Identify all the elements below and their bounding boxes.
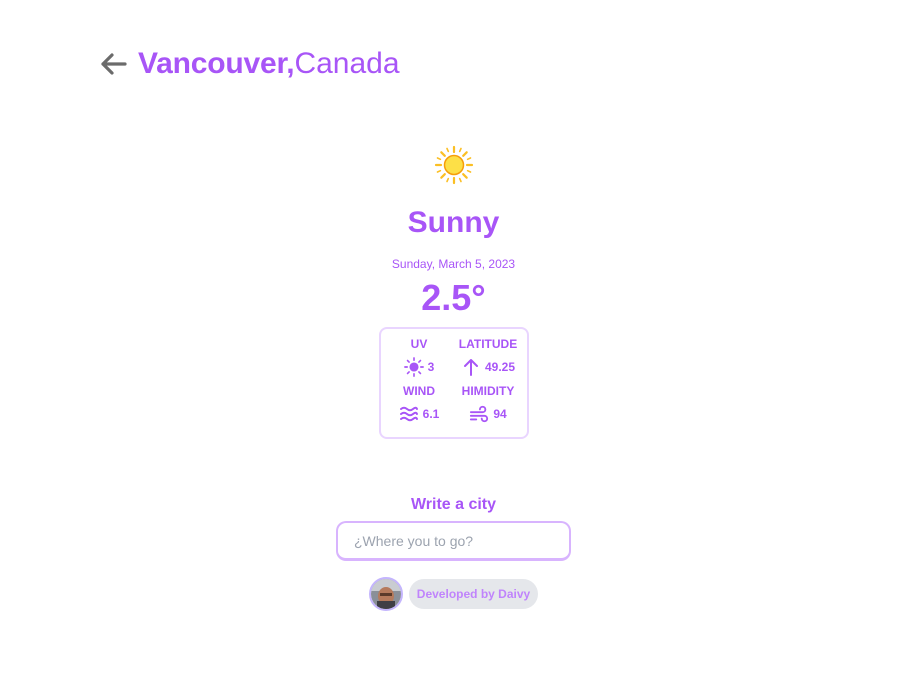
sun-icon [434,145,473,185]
country-name: Canada [294,47,400,80]
stat-uv: UV 3 [385,337,454,384]
developer-credit: Developed by Daivy [368,577,539,611]
weather-app: Vancouver, Canada Sunny Sunday, March 5,… [0,0,907,689]
stat-uv-value: 3 [427,360,435,374]
back-button[interactable] [98,49,128,79]
stat-latitude: LATITUDE 49.25 [454,337,523,384]
city-search: Write a city Developed by Daivy [0,494,907,611]
wind-icon [469,404,489,424]
credit-badge[interactable]: Developed by Daivy [408,579,539,609]
stat-wind-value: 6.1 [422,407,440,421]
stat-uv-row: 3 [403,357,435,377]
location-header: Vancouver, Canada [98,44,400,84]
stat-humidity-row: 94 [469,404,507,424]
weather-summary: Sunny Sunday, March 5, 2023 2.5° UV 3 LA… [0,145,907,439]
stat-latitude-value: 49.25 [484,360,516,374]
stat-latitude-row: 49.25 [461,357,515,377]
search-label: Write a city [410,496,497,513]
stat-humidity-value: 94 [493,407,507,421]
stat-wind-row: 6.1 [399,404,440,424]
city-name: Vancouver, [138,47,295,80]
stat-uv-label: UV [410,337,428,351]
stat-latitude-label: LATITUDE [458,337,518,351]
stat-wind-label: WIND [403,384,435,398]
arrow-up-icon [461,357,481,377]
current-date: Sunday, March 5, 2023 [391,257,516,271]
weather-stats-card: UV 3 LATITUDE 49.25 WIND 6.1 HIMIDITY 94 [378,327,529,439]
city-search-input[interactable] [336,521,571,561]
stat-humidity-label: HIMIDITY [461,384,515,398]
stat-humidity: HIMIDITY 94 [454,384,523,431]
avatar [368,577,403,611]
temperature: 2.5° [421,277,486,318]
sun-small-icon [403,357,424,377]
waves-icon [399,404,419,424]
weather-condition: Sunny [407,206,500,239]
arrow-left-icon [101,53,127,75]
stat-wind: WIND 6.1 [385,384,454,431]
